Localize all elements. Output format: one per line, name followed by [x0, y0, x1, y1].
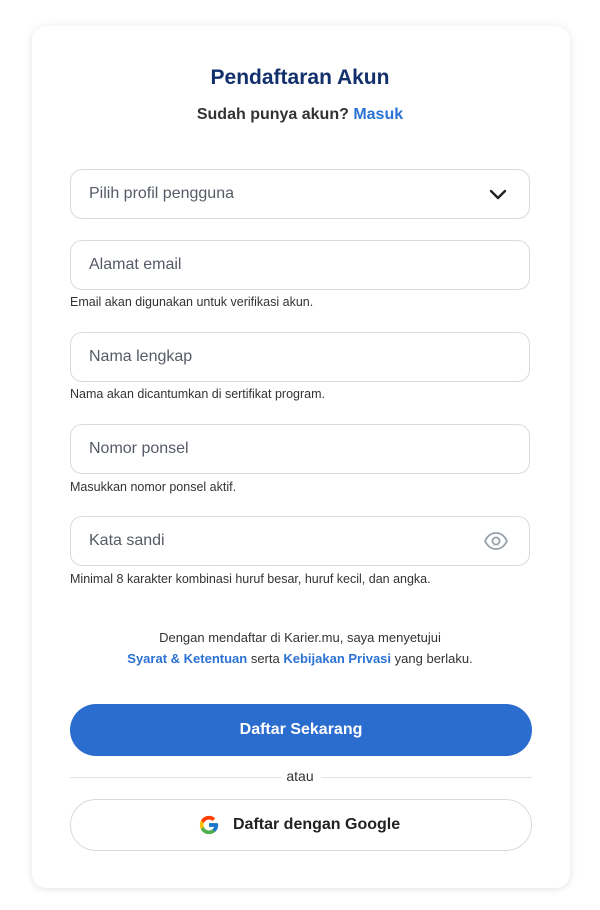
profile-select-value: Pilih profil pengguna [89, 185, 234, 202]
page-title: Pendaftaran Akun [210, 66, 390, 89]
password-field-container [70, 516, 530, 566]
terms-link[interactable]: Syarat & Ketentuan [127, 651, 247, 666]
phone-hint: Masukkan nomor ponsel aktif. [70, 480, 237, 494]
login-prompt: Sudah punya akun? Masuk [0, 106, 600, 124]
phone-field-container [70, 424, 530, 474]
eye-icon[interactable] [483, 531, 509, 551]
chevron-down-icon [489, 189, 507, 200]
name-field-container [70, 332, 530, 382]
profile-select[interactable]: Pilih profil pengguna [70, 169, 530, 219]
name-field[interactable] [89, 333, 469, 381]
google-icon [199, 815, 219, 835]
terms-text: Dengan mendaftar di Karier.mu, saya meny… [0, 627, 600, 669]
terms-line-2: Syarat & Ketentuan serta Kebijakan Priva… [0, 648, 600, 669]
privacy-link[interactable]: Kebijakan Privasi [283, 651, 391, 666]
login-prompt-text: Sudah punya akun? [196, 106, 349, 123]
google-register-button[interactable]: Daftar dengan Google [70, 799, 532, 851]
phone-field[interactable] [89, 425, 469, 473]
password-hint: Minimal 8 karakter kombinasi huruf besar… [70, 572, 431, 586]
terms-line-1: Dengan mendaftar di Karier.mu, saya meny… [159, 630, 441, 645]
email-hint: Email akan digunakan untuk verifikasi ak… [70, 295, 314, 309]
login-link[interactable]: Masuk [353, 106, 403, 123]
name-hint: Nama akan dicantumkan di sertifikat prog… [70, 387, 325, 401]
register-button[interactable]: Daftar Sekarang [70, 704, 532, 756]
password-field[interactable] [89, 517, 469, 565]
terms-conjunction: serta [250, 651, 280, 666]
email-field-container [70, 240, 530, 290]
google-register-label: Daftar dengan Google [233, 816, 401, 833]
email-field[interactable] [89, 241, 469, 289]
divider-text: atau [286, 768, 314, 784]
terms-suffix: yang berlaku. [394, 651, 473, 666]
